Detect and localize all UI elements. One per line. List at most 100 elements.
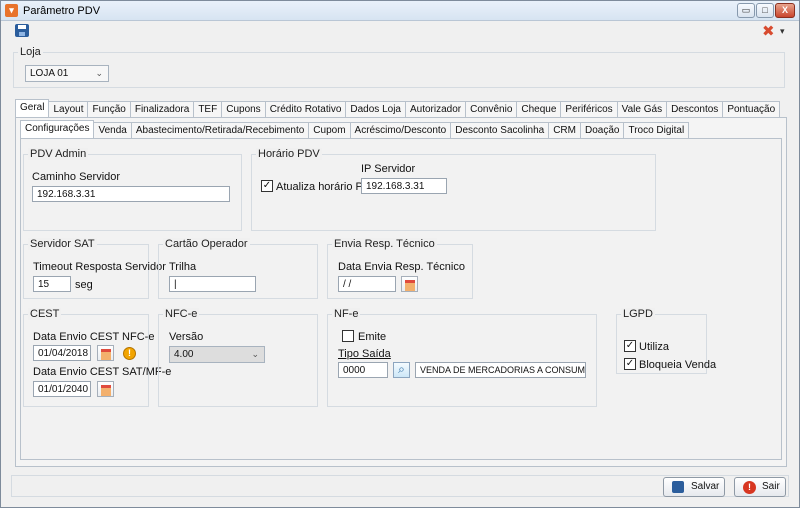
window-title: Parâmetro PDV <box>23 5 101 17</box>
tab-venda[interactable]: Venda <box>93 122 132 138</box>
close-button[interactable]: X <box>775 3 795 18</box>
tipo-saida-description: VENDA DE MERCADORIAS A CONSUMIDOR F <box>415 362 586 378</box>
tab-geral[interactable]: Geral <box>15 99 50 117</box>
servidor-sat-legend: Servidor SAT <box>28 238 97 250</box>
tools-icon[interactable]: ✖ <box>762 22 775 40</box>
main-window: ▾ Parâmetro PDV ▭ □ X ✖ ▾ Loja LOJA 01 ⌄… <box>0 0 800 508</box>
bloqueia-venda-label: Bloqueia Venda <box>639 359 717 371</box>
save-icon[interactable] <box>15 24 29 37</box>
tab-abastecimento[interactable]: Abastecimento/Retirada/Recebimento <box>130 122 310 138</box>
tab-tef[interactable]: TEF <box>193 101 223 117</box>
tab-crm[interactable]: CRM <box>548 122 581 138</box>
tab-desconto-sacolinha[interactable]: Desconto Sacolinha <box>450 122 550 138</box>
nfe-group: NF-e Emite Tipo Saída 0000 ⌕ VENDA DE ME… <box>327 308 597 407</box>
lgpd-group: LGPD ✓ Utiliza ✓ Bloqueia Venda <box>616 308 716 374</box>
tab-credito-rotativo[interactable]: Crédito Rotativo <box>264 101 347 117</box>
cartao-operador-group: Cartão Operador Trilha | <box>158 238 318 299</box>
search-icon[interactable]: ⌕ <box>393 362 410 378</box>
tab-dados-loja[interactable]: Dados Loja <box>345 101 406 117</box>
timeout-label: Timeout Resposta Servidor <box>33 261 166 273</box>
pdv-admin-group: PDV Admin Caminho Servidor 192.168.3.31 <box>23 148 242 231</box>
tab-funcao[interactable]: Função <box>87 101 131 117</box>
nfe-legend: NF-e <box>332 308 361 320</box>
horario-pdv-group: Horário PDV IP Servidor ✓ Atualiza horár… <box>251 148 656 231</box>
tab-layout[interactable]: Layout <box>48 101 89 117</box>
cest-sat-label: Data Envio CEST SAT/MF-e <box>33 366 172 378</box>
restore-button[interactable]: □ <box>756 3 774 18</box>
loja-group: Loja LOJA 01 ⌄ <box>13 46 785 88</box>
pdv-admin-legend: PDV Admin <box>28 148 89 160</box>
atualiza-horario-checkbox[interactable]: ✓ <box>261 180 273 192</box>
sub-tabs: Configurações Venda Abastecimento/Retira… <box>20 120 690 138</box>
cest-group: CEST Data Envio CEST NFC-e 01/04/2018 ! … <box>23 308 171 407</box>
tab-pontuacao[interactable]: Pontuação <box>722 101 781 117</box>
info-icon[interactable]: ! <box>123 347 136 360</box>
envia-resp-legend: Envia Resp. Técnico <box>332 238 437 250</box>
loja-select[interactable]: LOJA 01 ⌄ <box>25 65 109 82</box>
chevron-down-icon: ⌄ <box>95 68 103 78</box>
trilha-label: Trilha <box>169 261 197 273</box>
horario-pdv-legend: Horário PDV <box>256 148 322 160</box>
exit-button[interactable]: ! Sair <box>734 477 786 497</box>
save-button[interactable]: Salvar <box>663 477 725 497</box>
tipo-saida-code-input[interactable]: 0000 <box>338 362 388 378</box>
tab-vale-gas[interactable]: Vale Gás <box>616 101 668 117</box>
cest-sat-input[interactable]: 01/01/2040 <box>33 381 91 397</box>
bloqueia-venda-checkbox[interactable]: ✓ <box>624 358 636 370</box>
cest-legend: CEST <box>28 308 62 320</box>
tab-cheque[interactable]: Cheque <box>516 101 562 117</box>
minimize-button[interactable]: ▭ <box>737 3 755 18</box>
data-envia-resp-input[interactable]: / / <box>338 276 396 292</box>
loja-selected-value: LOJA 01 <box>30 68 69 79</box>
tab-doacao[interactable]: Doação <box>579 122 625 138</box>
tab-autorizador[interactable]: Autorizador <box>404 101 467 117</box>
emite-label: Emite <box>358 331 387 343</box>
tab-troco-digital[interactable]: Troco Digital <box>623 122 690 138</box>
cest-nfce-input[interactable]: 01/04/2018 <box>33 345 91 361</box>
versao-selected-value: 4.00 <box>174 349 194 360</box>
toolbar: ✖ ▾ <box>2 22 798 42</box>
versao-label: Versão <box>169 331 204 343</box>
ip-servidor-input[interactable]: 192.168.3.31 <box>361 178 447 194</box>
exit-button-label: Sair <box>762 481 780 492</box>
calendar-icon[interactable] <box>401 276 418 292</box>
tab-convenio[interactable]: Convênio <box>465 101 518 117</box>
cartao-operador-legend: Cartão Operador <box>163 238 250 250</box>
save-button-label: Salvar <box>691 481 720 492</box>
chevron-down-icon[interactable]: ▾ <box>780 26 785 37</box>
timeout-input[interactable]: 15 <box>33 276 71 292</box>
chevron-down-icon: ⌄ <box>251 349 259 359</box>
utiliza-label: Utiliza <box>639 341 669 353</box>
trilha-input[interactable]: | <box>169 276 256 292</box>
utiliza-checkbox[interactable]: ✓ <box>624 340 636 352</box>
tab-finalizadora[interactable]: Finalizadora <box>129 101 195 117</box>
emite-checkbox[interactable] <box>342 330 354 342</box>
app-icon: ▾ <box>5 4 18 17</box>
timeout-unit: seg <box>75 279 93 291</box>
loja-legend: Loja <box>18 46 43 58</box>
ip-servidor-label: IP Servidor <box>361 163 416 175</box>
exit-icon: ! <box>743 481 756 494</box>
caminho-servidor-label: Caminho Servidor <box>32 171 121 183</box>
save-icon <box>672 481 684 493</box>
main-tabs: Geral Layout Função Finalizadora TEF Cup… <box>15 99 781 117</box>
tab-cupons[interactable]: Cupons <box>221 101 266 117</box>
cest-nfce-label: Data Envio CEST NFC-e <box>33 331 155 343</box>
title-bar: ▾ Parâmetro PDV ▭ □ X <box>1 1 799 21</box>
calendar-icon[interactable] <box>97 345 114 361</box>
lgpd-legend: LGPD <box>621 308 655 320</box>
tab-configuracoes[interactable]: Configurações <box>20 120 95 138</box>
envia-resp-group: Envia Resp. Técnico Data Envia Resp. Téc… <box>327 238 473 299</box>
data-envia-resp-label: Data Envia Resp. Técnico <box>338 261 465 273</box>
versao-select[interactable]: 4.00 ⌄ <box>169 346 265 363</box>
tab-descontos[interactable]: Descontos <box>666 101 724 117</box>
tab-perifericos[interactable]: Periféricos <box>560 101 618 117</box>
nfce-legend: NFC-e <box>163 308 200 320</box>
tab-acrescimo-desconto[interactable]: Acréscimo/Desconto <box>349 122 452 138</box>
servidor-sat-group: Servidor SAT Timeout Resposta Servidor 1… <box>23 238 166 299</box>
caminho-servidor-input[interactable]: 192.168.3.31 <box>32 186 230 202</box>
tab-cupom[interactable]: Cupom <box>308 122 351 138</box>
calendar-icon[interactable] <box>97 381 114 397</box>
nfce-group: NFC-e Versão 4.00 ⌄ <box>158 308 318 407</box>
tipo-saida-label[interactable]: Tipo Saída <box>338 348 391 360</box>
